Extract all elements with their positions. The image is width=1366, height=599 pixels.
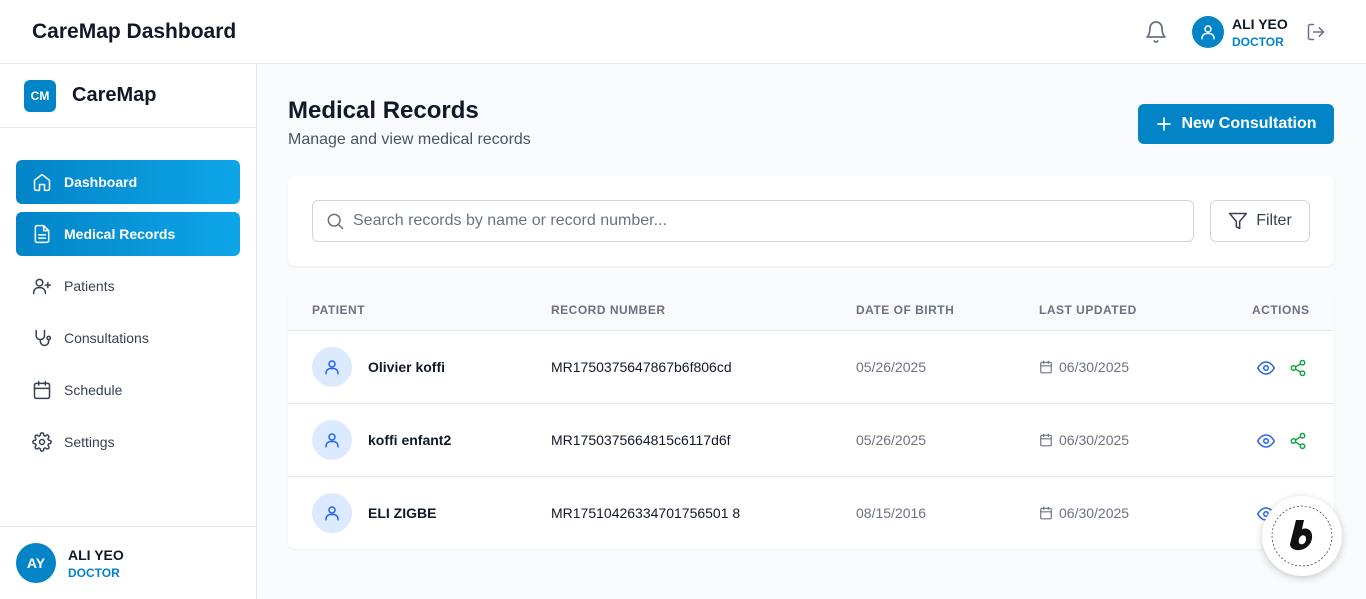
- eye-icon[interactable]: [1257, 359, 1275, 377]
- calendar-icon: [33, 380, 51, 400]
- record-number: MR1750375664815c6117d6f: [551, 432, 731, 448]
- plus-icon: [1157, 117, 1172, 131]
- sidebar-item-label: Dashboard: [64, 174, 138, 190]
- sidebar-user-name: ALI YEO: [68, 547, 124, 563]
- logout-icon[interactable]: [1306, 22, 1326, 42]
- bolt-badge[interactable]: [1262, 496, 1342, 576]
- eye-icon[interactable]: [1257, 432, 1275, 450]
- avatar: AY: [16, 543, 56, 583]
- user-icon: [1201, 25, 1215, 40]
- page-title: Medical Records: [288, 97, 479, 124]
- sidebar-item-dashboard[interactable]: Dashboard: [16, 160, 240, 204]
- column-header-last-updated: LAST UPDATED: [1039, 303, 1137, 317]
- share-icon[interactable]: [1289, 359, 1307, 377]
- patient-name: koffi enfant2: [368, 432, 452, 448]
- table-row[interactable]: koffi enfant2 MR1750375664815c6117d6f 05…: [288, 404, 1334, 477]
- date-of-birth: 05/26/2025: [856, 432, 927, 448]
- page-subtitle: Manage and view medical records: [288, 131, 531, 148]
- sidebar-item-label: Schedule: [64, 382, 123, 398]
- share-icon[interactable]: [1289, 432, 1307, 450]
- user-plus-icon: [32, 278, 52, 295]
- record-number: MR1750375647867b6f806cd: [551, 359, 732, 375]
- sidebar-item-label: Medical Records: [64, 226, 176, 242]
- search-card: Filter: [288, 176, 1334, 266]
- home-icon: [33, 173, 51, 192]
- user-icon: [325, 433, 339, 448]
- patient-name: ELI ZIGBE: [368, 505, 437, 521]
- app-title: CareMap Dashboard: [32, 20, 237, 43]
- sidebar-user: AY ALI YEO DOCTOR: [0, 526, 256, 599]
- filter-button[interactable]: Filter: [1210, 200, 1310, 242]
- sidebar-item-label: Patients: [64, 278, 115, 294]
- patient-avatar: [312, 493, 352, 533]
- calendar-icon: [1040, 506, 1052, 520]
- sidebar-item-settings[interactable]: Settings: [16, 420, 240, 464]
- new-consultation-label: New Consultation: [1181, 115, 1317, 132]
- calendar-icon: [1040, 360, 1052, 374]
- header-avatar[interactable]: [1192, 16, 1224, 48]
- sidebar-nav: Dashboard Medical Records Patients Consu…: [16, 160, 240, 472]
- sidebar-brand: CM CareMap: [0, 64, 256, 128]
- file-text-icon: [34, 224, 50, 244]
- sidebar-item-schedule[interactable]: Schedule: [16, 368, 240, 412]
- last-updated-value: 06/30/2025: [1059, 505, 1130, 521]
- search-input[interactable]: [353, 212, 1173, 230]
- brand-name: CareMap: [72, 84, 157, 106]
- top-header: CareMap Dashboard ALI YEO DOCTOR: [0, 0, 1366, 64]
- sidebar-item-patients[interactable]: Patients: [16, 264, 240, 308]
- last-updated-value: 06/30/2025: [1059, 432, 1130, 448]
- table-row[interactable]: ELI ZIGBE MR17510426334701756501 8 08/15…: [288, 477, 1334, 549]
- table-row[interactable]: Olivier koffi MR1750375647867b6f806cd 05…: [288, 331, 1334, 404]
- last-updated: 06/30/2025: [1039, 432, 1129, 448]
- sidebar-item-label: Consultations: [64, 330, 149, 346]
- patient-avatar: [312, 420, 352, 460]
- patient-name: Olivier koffi: [368, 359, 446, 375]
- date-of-birth: 05/26/2025: [856, 359, 927, 375]
- new-consultation-button[interactable]: New Consultation: [1138, 104, 1334, 144]
- search-box[interactable]: [312, 200, 1194, 242]
- sidebar-item-medical-records[interactable]: Medical Records: [16, 212, 240, 256]
- column-header-patient: PATIENT: [312, 303, 366, 317]
- user-icon: [325, 360, 339, 375]
- records-table: PATIENT RECORD NUMBER DATE OF BIRTH LAST…: [288, 290, 1334, 549]
- brand-logo: CM: [24, 80, 56, 112]
- calendar-icon: [1040, 433, 1052, 447]
- record-number: MR17510426334701756501 8: [551, 505, 741, 521]
- gear-icon: [32, 432, 52, 452]
- search-icon: [327, 213, 344, 230]
- user-icon: [325, 506, 339, 521]
- filter-icon: [1229, 212, 1248, 230]
- filter-label: Filter: [1256, 212, 1292, 229]
- bell-icon[interactable]: [1144, 20, 1168, 44]
- header-user-name: ALI YEO: [1232, 16, 1288, 32]
- sidebar: CM CareMap Dashboard Medical Records Pat…: [0, 64, 257, 599]
- column-header-actions: ACTIONS: [1252, 303, 1310, 317]
- table-header: PATIENT RECORD NUMBER DATE OF BIRTH LAST…: [288, 290, 1334, 331]
- last-updated: 06/30/2025: [1039, 359, 1129, 375]
- header-user-role: DOCTOR: [1232, 35, 1284, 49]
- last-updated: 06/30/2025: [1039, 505, 1129, 521]
- date-of-birth: 08/15/2016: [856, 505, 927, 521]
- column-header-date-of-birth: DATE OF BIRTH: [856, 303, 955, 317]
- sidebar-item-consultations[interactable]: Consultations: [16, 316, 240, 360]
- sidebar-item-label: Settings: [64, 434, 115, 450]
- column-header-record-number: RECORD NUMBER: [551, 303, 666, 317]
- last-updated-value: 06/30/2025: [1059, 359, 1130, 375]
- sidebar-user-role: DOCTOR: [68, 566, 120, 580]
- bolt-logo-icon: [1271, 505, 1333, 567]
- stethoscope-icon: [35, 329, 52, 347]
- patient-avatar: [312, 347, 352, 387]
